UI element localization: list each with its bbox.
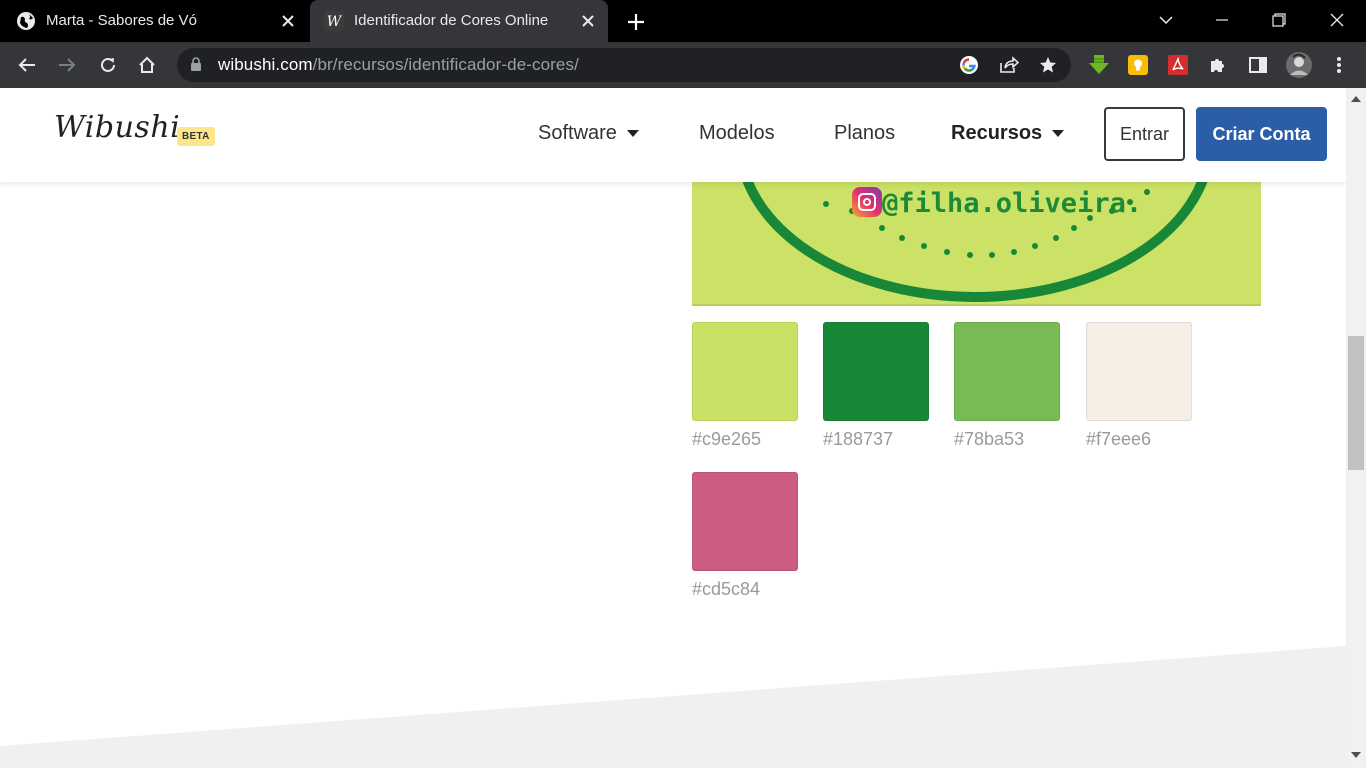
close-icon[interactable] bbox=[578, 11, 598, 31]
color-hex-label[interactable]: #c9e265 bbox=[692, 429, 761, 450]
nav-planos-label: Planos bbox=[834, 122, 896, 144]
tab-identificador[interactable]: W Identificador de Cores Online bbox=[310, 0, 608, 42]
keep-extension-icon[interactable] bbox=[1124, 51, 1152, 79]
reload-icon[interactable] bbox=[94, 51, 122, 79]
share-icon[interactable] bbox=[996, 52, 1022, 78]
close-window-icon[interactable] bbox=[1322, 6, 1352, 34]
color-swatch[interactable] bbox=[823, 322, 929, 421]
url-host: wibushi.com bbox=[218, 55, 313, 74]
wibushi-logo[interactable]: Wibushi bbox=[54, 110, 180, 145]
color-hex-label[interactable]: #78ba53 bbox=[954, 429, 1024, 450]
uploaded-image: @filha.oliveira. bbox=[692, 182, 1261, 306]
entrar-button[interactable]: Entrar bbox=[1104, 107, 1185, 161]
criar-conta-button[interactable]: Criar Conta bbox=[1196, 107, 1327, 161]
color-swatch[interactable] bbox=[1086, 322, 1192, 421]
google-g-icon[interactable] bbox=[956, 52, 982, 78]
color-hex-label[interactable]: #188737 bbox=[823, 429, 893, 450]
wibushi-w-icon: W bbox=[324, 11, 344, 31]
color-swatch[interactable] bbox=[692, 472, 798, 571]
menu-kebab-icon[interactable] bbox=[1325, 51, 1353, 79]
page-scrollbar[interactable] bbox=[1346, 88, 1366, 768]
nav-planos[interactable]: Planos bbox=[834, 122, 895, 145]
side-panel-icon[interactable] bbox=[1244, 51, 1272, 79]
nav-software-label: Software bbox=[538, 122, 617, 144]
restore-icon[interactable] bbox=[1264, 6, 1294, 34]
lock-icon[interactable] bbox=[190, 57, 202, 77]
address-bar[interactable]: wibushi.com/br/recursos/identificador-de… bbox=[177, 48, 1071, 82]
download-extension-icon[interactable] bbox=[1085, 51, 1113, 79]
instagram-handle-text: @filha.oliveira. bbox=[882, 188, 1143, 219]
scroll-up-arrow-icon[interactable] bbox=[1351, 96, 1361, 102]
beta-badge: BETA bbox=[177, 127, 215, 146]
tab-marta[interactable]: Marta - Sabores de Vó bbox=[0, 0, 308, 42]
forward-arrow-icon[interactable] bbox=[53, 51, 81, 79]
footer-slant-background bbox=[0, 646, 1346, 768]
extensions-puzzle-icon[interactable] bbox=[1204, 51, 1232, 79]
new-tab-plus-icon[interactable] bbox=[622, 8, 650, 36]
svg-text:W: W bbox=[327, 14, 343, 30]
nav-recursos-label: Recursos bbox=[951, 122, 1043, 144]
browser-tab-bar: Marta - Sabores de Vó W Identificador de… bbox=[0, 0, 1366, 42]
url-path: /br/recursos/identificador-de-cores/ bbox=[312, 55, 579, 74]
home-icon[interactable] bbox=[133, 51, 161, 79]
nav-recursos[interactable]: Recursos bbox=[951, 122, 1065, 145]
bookmark-star-icon[interactable] bbox=[1035, 52, 1061, 78]
tab-search-chevron-icon[interactable] bbox=[1151, 6, 1181, 34]
caret-down-icon bbox=[626, 130, 639, 137]
nav-software[interactable]: Software bbox=[538, 122, 639, 145]
profile-avatar[interactable] bbox=[1285, 51, 1313, 79]
web-page: Wibushi BETA Software Modelos Planos Rec… bbox=[0, 88, 1346, 768]
pdf-extension-icon[interactable] bbox=[1164, 51, 1192, 79]
back-arrow-icon[interactable] bbox=[13, 51, 41, 79]
color-hex-label[interactable]: #f7eee6 bbox=[1086, 429, 1151, 450]
scrollbar-thumb[interactable] bbox=[1348, 336, 1364, 470]
caret-down-icon bbox=[1052, 130, 1065, 137]
nav-modelos-label: Modelos bbox=[699, 122, 775, 144]
instagram-icon bbox=[852, 187, 882, 217]
tab-title: Marta - Sabores de Vó bbox=[46, 12, 197, 29]
globe-icon bbox=[16, 11, 36, 31]
color-swatch[interactable] bbox=[692, 322, 798, 421]
scroll-down-arrow-icon[interactable] bbox=[1351, 752, 1361, 758]
color-hex-label[interactable]: #cd5c84 bbox=[692, 579, 760, 600]
url-text[interactable]: wibushi.com/br/recursos/identificador-de… bbox=[218, 55, 579, 75]
minimize-icon[interactable] bbox=[1207, 6, 1237, 34]
browser-toolbar: wibushi.com/br/recursos/identificador-de… bbox=[0, 42, 1366, 88]
nav-modelos[interactable]: Modelos bbox=[699, 122, 775, 145]
close-icon[interactable] bbox=[278, 11, 298, 31]
site-header: Wibushi BETA Software Modelos Planos Rec… bbox=[0, 88, 1346, 182]
color-swatch[interactable] bbox=[954, 322, 1060, 421]
tab-title: Identificador de Cores Online bbox=[354, 12, 549, 29]
